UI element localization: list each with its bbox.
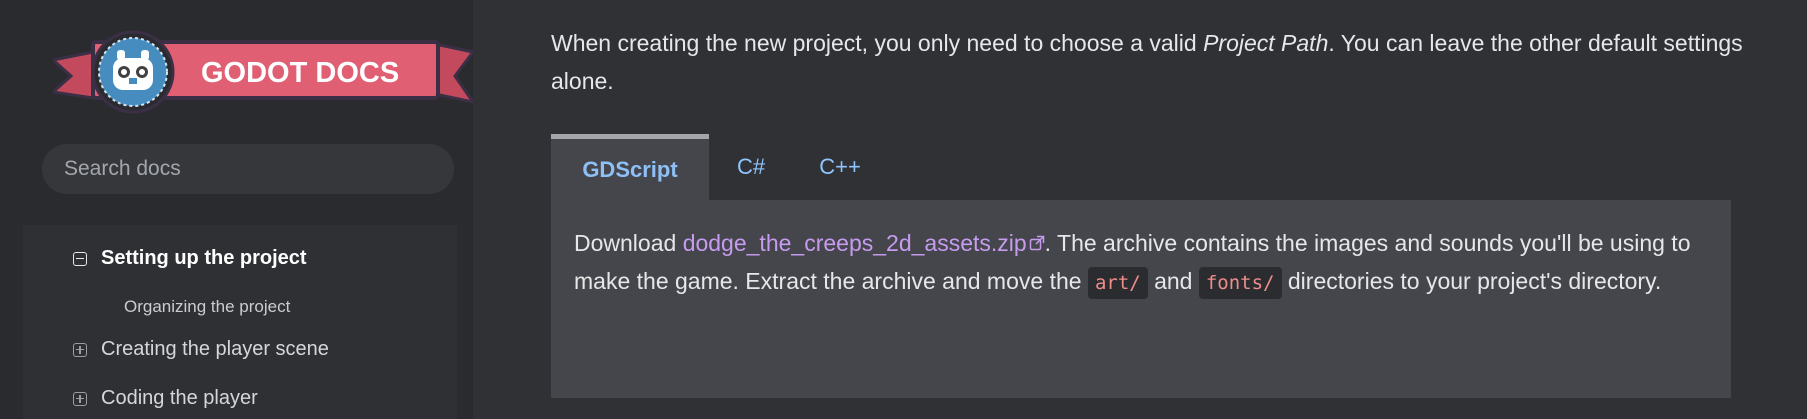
tab-label: GDScript — [582, 156, 678, 182]
tab-panel: Download dodge_the_creeps_2d_assets.zip.… — [551, 200, 1731, 398]
code-fonts: fonts/ — [1198, 267, 1282, 299]
code-tabs: GDScript C# C++ — [551, 134, 1731, 200]
panel-paragraph: Download dodge_the_creeps_2d_assets.zip.… — [574, 224, 1694, 302]
nav-item-label: Coding the player — [101, 387, 258, 409]
intro-paragraph: When creating the new project, you only … — [551, 24, 1751, 100]
assets-download-link[interactable]: dodge_the_creeps_2d_assets.zip — [683, 230, 1045, 256]
tab-label: C# — [736, 154, 766, 179]
minus-square-icon[interactable] — [73, 251, 87, 266]
intro-text: When creating the new project, you only … — [551, 30, 1204, 56]
plus-square-icon[interactable] — [73, 391, 87, 406]
plus-square-icon[interactable] — [73, 342, 87, 357]
nav-item-label: Setting up the project — [101, 247, 307, 269]
code-art: art/ — [1087, 267, 1148, 299]
nav-item-setting-up-the-project[interactable]: Setting up the project — [73, 247, 307, 270]
nav-item-label: Organizing the project — [124, 297, 291, 316]
panel-text: Download — [574, 230, 683, 256]
nav-item-coding-the-player[interactable]: Coding the player — [73, 387, 258, 410]
nav-item-organizing-the-project[interactable]: Organizing the project — [124, 297, 290, 317]
left-edge — [0, 0, 23, 419]
godot-docs-logo[interactable]: GODOT DOCS — [53, 30, 473, 120]
nav-item-label: Creating the player scene — [101, 338, 329, 360]
tab-cpp[interactable]: C++ — [793, 134, 887, 200]
intro-emphasis: Project Path — [1203, 30, 1329, 56]
logo-text: GODOT DOCS — [201, 57, 399, 89]
link-text: dodge_the_creeps_2d_assets.zip — [682, 230, 1027, 256]
sidebar-header: GODOT DOCS — [23, 0, 473, 213]
search-input[interactable] — [42, 144, 454, 194]
tab-label: C++ — [819, 154, 861, 179]
sidebar: GODOT DOCS Search docs Setting up the pr… — [23, 0, 473, 419]
panel-text: directories to your project's directory. — [1281, 268, 1662, 294]
sidebar-nav: Setting up the project Organizing the pr… — [23, 225, 457, 419]
external-link-icon — [1029, 235, 1044, 251]
page: GODOT DOCS Search docs Setting up the pr… — [0, 0, 1807, 419]
tab-gdscript[interactable]: GDScript — [551, 134, 709, 200]
tab-csharp[interactable]: C# — [709, 134, 793, 200]
panel-text: and — [1147, 268, 1199, 294]
nav-item-creating-the-player-scene[interactable]: Creating the player scene — [73, 338, 329, 361]
